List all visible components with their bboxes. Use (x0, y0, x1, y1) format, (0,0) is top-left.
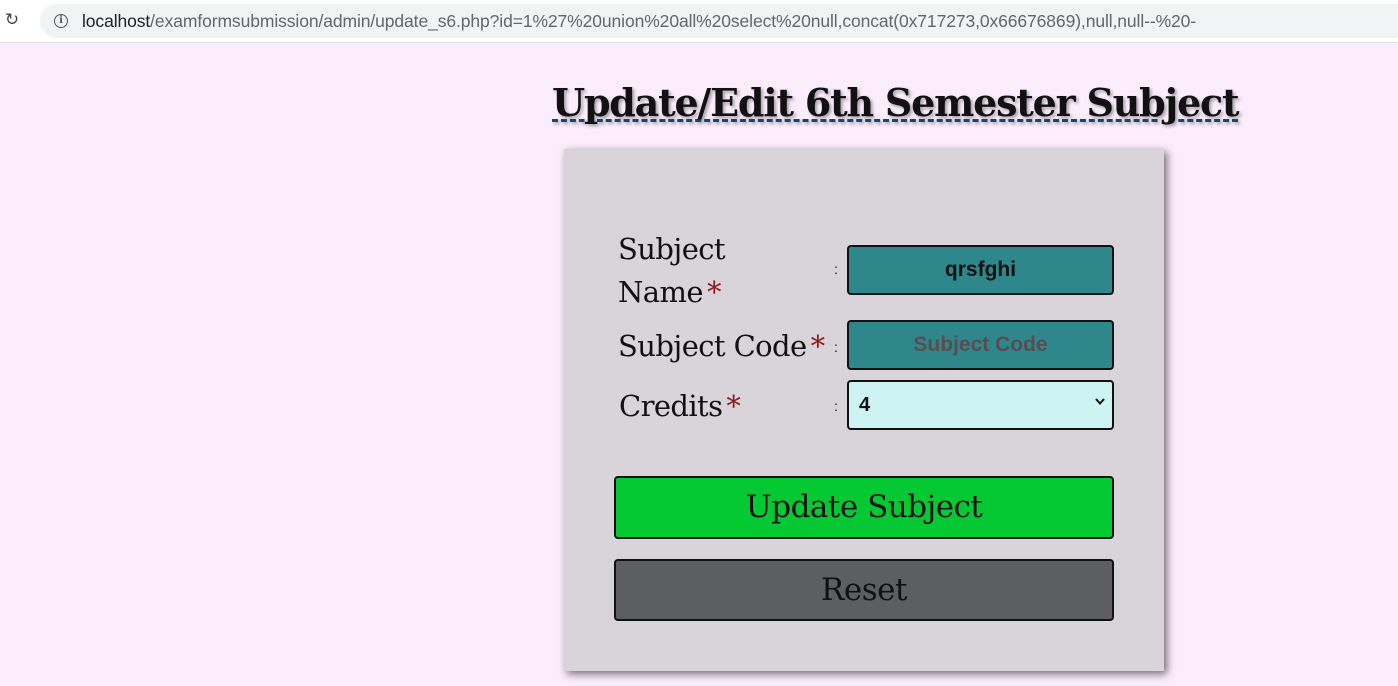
subject-name-label-line2: Name (618, 275, 704, 309)
credits-label: Credits * (619, 385, 741, 428)
subject-name-label: Subject Name * (618, 228, 726, 314)
subject-code-label: Subject Code * (618, 325, 826, 368)
browser-address-bar: ↻ i localhost/examformsubmission/admin/u… (0, 0, 1398, 43)
required-mark: * (706, 275, 722, 309)
required-mark: * (726, 389, 741, 423)
reset-button[interactable]: Reset (614, 559, 1114, 621)
subject-code-label-text: Subject Code (618, 329, 807, 363)
url-field[interactable]: i localhost/examformsubmission/admin/upd… (40, 4, 1398, 38)
url-path: /examformsubmission/admin/update_s6.php?… (150, 11, 1197, 31)
credits-selected-value: 4 (859, 394, 871, 416)
credits-label-text: Credits (619, 389, 723, 423)
reload-icon[interactable]: ↻ (2, 8, 22, 32)
subject-name-label-line1: Subject (618, 232, 726, 266)
chevron-down-icon (1095, 398, 1105, 406)
info-icon[interactable]: i (54, 14, 68, 28)
update-subject-form: Subject Name* : Subject Code* : Credits*… (564, 149, 1164, 671)
subject-code-input[interactable] (847, 320, 1114, 370)
update-subject-button[interactable]: Update Subject (614, 476, 1114, 539)
subject-code-colon: : (834, 339, 838, 355)
subject-name-input[interactable] (847, 245, 1114, 295)
url-text[interactable]: localhost/examformsubmission/admin/updat… (82, 10, 1196, 32)
required-mark: * (810, 329, 826, 363)
page-title: Update/Edit 6th Semester Subject (552, 80, 1240, 125)
subject-name-colon: : (834, 261, 838, 277)
credits-select[interactable]: 4 (847, 380, 1114, 430)
credits-colon: : (834, 398, 838, 414)
url-host: localhost (82, 11, 151, 31)
